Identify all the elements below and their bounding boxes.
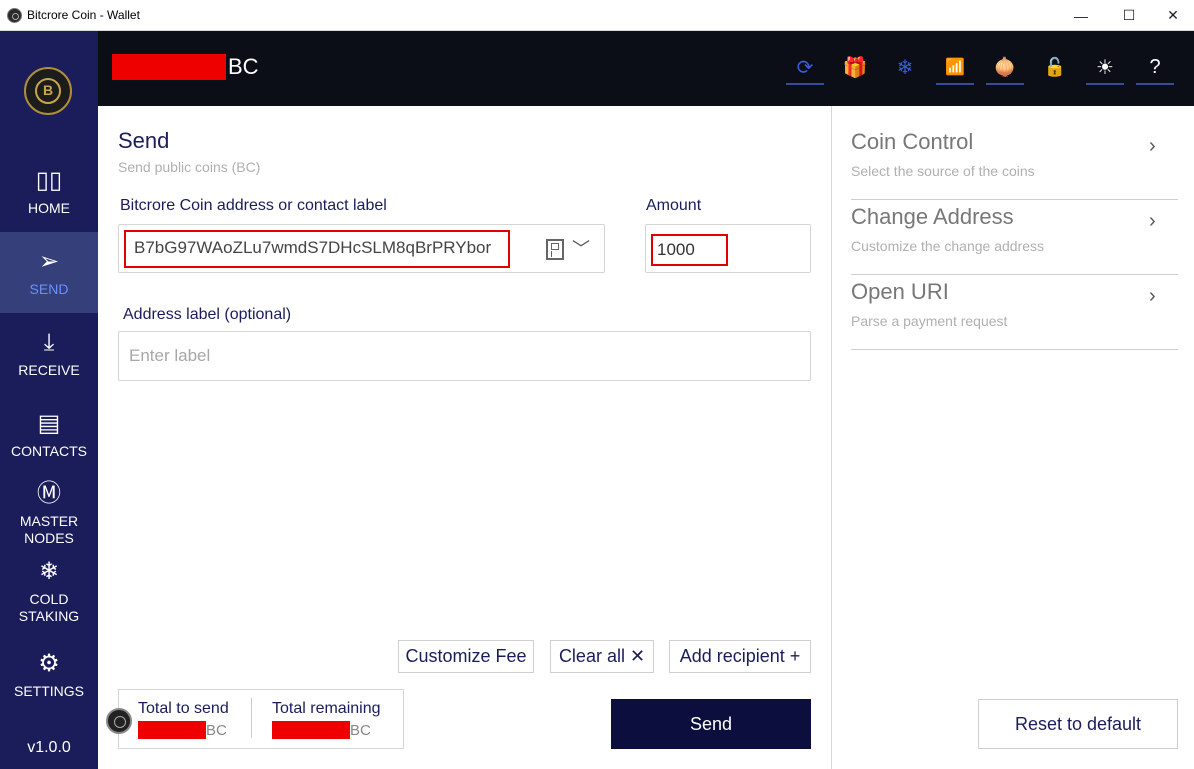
help-icon[interactable]: ? [1136,51,1174,85]
page-title: Send [118,128,170,153]
sidebar-item-label: CONTACTS [11,442,87,459]
minimize-icon[interactable]: — [1058,0,1104,31]
address-field-label: Bitcrore Coin address or contact label [120,197,387,214]
totals-divider [251,698,252,738]
sidebar-item-cold-staking[interactable]: ❄ COLD STAKING [0,553,98,631]
coin-control-option[interactable]: Coin Control Select the source of the co… [851,125,1178,200]
chevron-right-icon: › [1149,285,1156,307]
address-label-field-label: Address label (optional) [123,306,292,323]
sync-icon[interactable]: ⟳ [786,51,824,85]
sidebar-item-label: SEND [29,280,69,297]
sidebar-item-send[interactable]: ➢ SEND [0,232,98,313]
sidebar-item-contacts[interactable]: ▤ CONTACTS [0,394,98,475]
reset-to-default-button[interactable]: Reset to default [978,699,1178,749]
amount-field[interactable]: 1000 [645,224,811,273]
coin-icon [106,708,132,734]
option-subtitle: Parse a payment request [851,313,1008,329]
option-title: Coin Control [851,129,974,154]
sidebar-item-receive[interactable]: ⤓ RECEIVE [0,313,98,394]
add-recipient-button[interactable]: Add recipient + [669,640,811,673]
network-wifi-icon[interactable]: 📶 [936,51,974,85]
panel-divider [831,106,832,769]
address-label-input[interactable] [129,346,729,366]
redacted-total-to-send [138,721,206,739]
total-to-send-value: BC [138,721,227,739]
app-logo-icon [7,8,22,23]
sidebar-item-label: COLD STAKING [18,591,80,624]
home-grid-icon: ▯▯ [35,166,63,194]
title-bar: Bitcrore Coin - Wallet — ☐ ✕ [0,0,1194,31]
sidebar: ▯▯ HOME ➢ SEND ⤓ RECEIVE ▤ CONTACTS Ⓜ MA… [0,31,98,769]
total-remaining-unit: BC [350,721,371,739]
address-book-icon[interactable] [546,239,564,260]
close-icon[interactable]: ✕ [1150,0,1194,31]
snowflake-icon: ❄ [38,558,60,585]
totals-box [118,689,404,749]
send-plane-icon: ➢ [38,247,60,275]
window-title: Bitcrore Coin - Wallet [27,8,140,22]
sidebar-item-masternodes[interactable]: Ⓜ MASTER NODES [0,475,98,553]
balance-display: BC [112,54,259,80]
gear-icon: ⚙ [38,650,60,677]
tor-onion-icon[interactable]: 🧅 [986,51,1024,85]
amount-field-label: Amount [646,197,702,214]
chevron-down-icon[interactable]: ﹀ [572,235,590,261]
address-label-field[interactable] [118,331,811,381]
amount-input[interactable]: 1000 [651,234,728,266]
balance-unit: BC [228,54,259,79]
lock-open-icon[interactable]: 🔓 [1036,51,1074,85]
send-button[interactable]: Send [611,699,811,749]
chevron-right-icon: › [1149,135,1156,157]
address-input[interactable]: B7bG97WAoZLu7wmdS7DHcSLM8qBrPRYbor [124,230,510,268]
theme-sun-icon[interactable]: ☀ [1086,51,1124,85]
option-title: Open URI [851,279,949,304]
clear-all-button[interactable]: Clear all ✕ [550,640,654,673]
address-field[interactable]: B7bG97WAoZLu7wmdS7DHcSLM8qBrPRYbor ﹀ [118,224,605,273]
redacted-balance [112,54,226,80]
option-subtitle: Select the source of the coins [851,163,1035,179]
sidebar-item-label: MASTER NODES [19,513,79,546]
maximize-icon[interactable]: ☐ [1106,0,1152,31]
sidebar-item-label: RECEIVE [18,361,80,378]
cold-staking-snowflake-icon[interactable]: ❄ [886,51,924,85]
sidebar-item-label: HOME [28,199,70,216]
download-icon: ⤓ [43,328,55,356]
customize-fee-button[interactable]: Customize Fee [398,640,534,673]
masternodes-icon: Ⓜ [37,480,61,507]
total-to-send-label: Total to send [138,700,229,717]
top-header: BC ⟳ 🎁 ❄ 📶 🧅 🔓 ☀ ? [98,31,1194,106]
open-uri-option[interactable]: Open URI Parse a payment request › [851,275,1178,350]
total-remaining-value: BC [272,721,371,739]
change-address-option[interactable]: Change Address Customize the change addr… [851,200,1178,275]
wallet-window: Bitcrore Coin - Wallet — ☐ ✕ ▯▯ HOME ➢ S… [0,0,1194,769]
contacts-book-icon: ▤ [37,409,61,437]
option-subtitle: Customize the change address [851,238,1044,254]
page-subtitle: Send public coins (BC) [118,159,261,175]
sidebar-item-label: SETTINGS [13,683,84,699]
total-remaining-label: Total remaining [272,700,381,717]
app-version: v1.0.0 [27,739,71,756]
chevron-right-icon: › [1149,210,1156,232]
sidebar-item-home[interactable]: ▯▯ HOME [0,151,98,232]
option-title: Change Address [851,204,1014,229]
sidebar-item-settings[interactable]: ⚙ SETTINGS [0,641,98,709]
bitcrore-logo-icon [24,67,72,115]
total-to-send-unit: BC [206,721,227,739]
redacted-total-remaining [272,721,350,739]
gift-icon[interactable]: 🎁 [836,51,874,85]
